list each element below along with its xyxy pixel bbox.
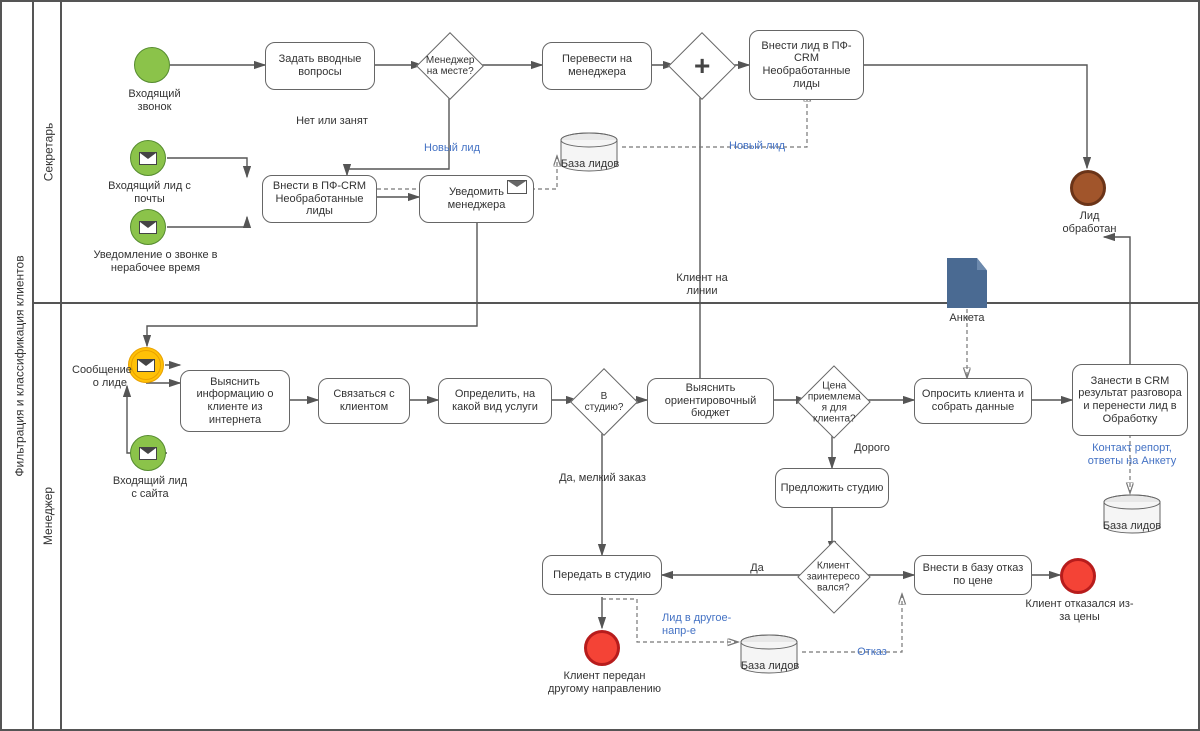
edge-label: Лид в другое- напр-е [662, 612, 732, 637]
label: Входящий звонок [112, 88, 197, 113]
start-event-site [130, 435, 166, 471]
label: Анкета [942, 312, 992, 325]
end-event-other-dir [584, 630, 620, 666]
lane-title-top: Секретарь [34, 2, 62, 302]
task-contact: Связаться с клиентом [318, 378, 410, 424]
edge-label: Нет или занят [292, 115, 372, 128]
label: Сообщение о лиде [72, 364, 127, 389]
edge-label: Да [742, 562, 772, 575]
start-event-call [134, 47, 170, 83]
bpmn-diagram: Фильтрация и классификация клиентов Секр… [0, 0, 1200, 731]
task-ask-questions: Задать вводные вопросы [265, 42, 375, 90]
gateway-price: Цена приемлема я для клиента? [797, 365, 871, 439]
event-msg-lead [128, 347, 164, 383]
gateway-studio: В студию? [570, 368, 638, 436]
label: Уведомление о звонке в нерабочее время [88, 249, 223, 274]
gateway-parallel: + [668, 32, 736, 100]
task-budget: Выяснить ориентировочный бюджет [647, 378, 774, 424]
start-event-email [130, 140, 166, 176]
label: Клиент отказался из-за цены [1022, 598, 1137, 623]
edge-label: Клиент на линии [662, 272, 742, 297]
pool-title: Фильтрация и классификация клиентов [6, 2, 34, 729]
task-survey: Опросить клиента и собрать данные [914, 378, 1032, 424]
gateway-interested: Клиент заинтересо вался? [797, 540, 871, 614]
task-transfer-manager: Перевести на менеджера [542, 42, 652, 90]
label: Входящий лид с почты [102, 180, 197, 205]
edge-label: Новый лид [417, 142, 487, 155]
task-refuse-db: Внести в базу отказ по цене [914, 555, 1032, 595]
task-add-lead-crm: Внести лид в ПФ- CRM Необработанные лиды [749, 30, 864, 100]
label: База лидов [560, 158, 620, 171]
edge-label: Отказ [847, 646, 897, 659]
task-crm-result: Занести в CRM результат разговора и пере… [1072, 364, 1188, 436]
envelope-icon [507, 180, 527, 194]
end-event-lead-processed [1070, 170, 1106, 206]
label: База лидов [740, 660, 800, 673]
start-event-offhours [130, 209, 166, 245]
task-define-service: Определить, на какой вид услуги [438, 378, 552, 424]
task-find-info: Выяснить информацию о клиенте из интерне… [180, 370, 290, 432]
label: Входящий лид с сайта [110, 475, 190, 500]
task-offer-studio: Предложить студию [775, 468, 889, 508]
gateway-manager-here: Менеджер на месте? [416, 32, 484, 100]
edge-label: Новый лид [722, 140, 792, 153]
edge-label: Да, мелкий заказ [550, 472, 655, 485]
data-object-anketa [947, 258, 987, 308]
label: Лид обработан [1052, 210, 1127, 235]
edge-label: Контакт репорт, ответы на Анкету [1082, 442, 1182, 467]
task-notify-manager: Уведомить менеджера [419, 175, 534, 223]
label: База лидов [1102, 520, 1162, 533]
task-to-studio: Передать в студию [542, 555, 662, 595]
label: Клиент передан другому направлению [542, 670, 667, 695]
task-add-crm-incoming: Внести в ПФ-CRM Необработанные лиды [262, 175, 377, 223]
edge-label: Дорого [847, 442, 897, 455]
end-event-refused [1060, 558, 1096, 594]
lane-title-bottom: Менеджер [34, 302, 62, 729]
lane-divider [32, 302, 1198, 304]
